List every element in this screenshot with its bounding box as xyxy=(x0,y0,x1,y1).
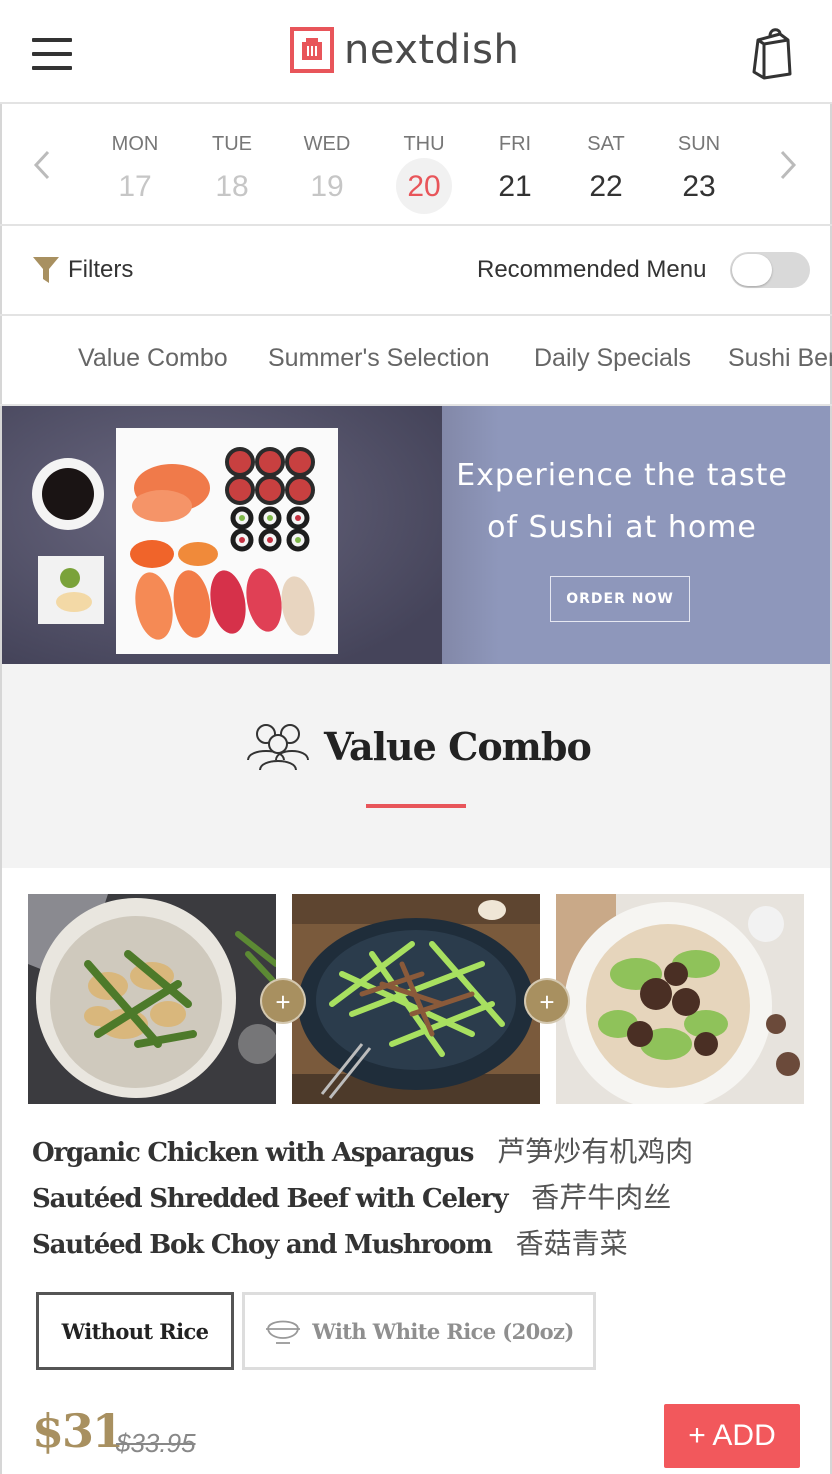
dish-image-bokchoy-mushroom[interactable] xyxy=(556,894,804,1104)
toggle-knob xyxy=(732,254,772,286)
dish-name-en: Sautéed Bok Choy and Mushroom xyxy=(32,1230,493,1260)
dish-name-en: Sautéed Shredded Beef with Celery xyxy=(32,1184,508,1214)
dish-image-beef-celery[interactable] xyxy=(292,894,540,1104)
banner-line-1: Experience the taste xyxy=(456,458,788,493)
day-number: 21 xyxy=(498,170,532,203)
section-header: Value Combo xyxy=(2,664,830,868)
day-name: TUE xyxy=(212,133,252,155)
section-underline xyxy=(366,804,466,808)
tab-summers-selection[interactable]: Summer's Selection xyxy=(268,344,490,373)
list-item: Organic Chicken with Asparagus 芦笋炒有机鸡肉 xyxy=(32,1130,693,1176)
filter-bar: Filters Recommended Menu xyxy=(0,226,832,316)
dish-name-cn: 芦笋炒有机鸡肉 xyxy=(497,1135,694,1168)
day-name: WED xyxy=(303,133,351,155)
day-number: 17 xyxy=(118,170,152,203)
dish-name-cn: 香菇青菜 xyxy=(515,1227,628,1260)
filters-button[interactable]: Filters xyxy=(32,252,133,288)
hamburger-menu-icon[interactable] xyxy=(32,38,72,70)
dish-name-cn: 香芹牛肉丝 xyxy=(531,1181,672,1214)
day-name: SUN xyxy=(677,133,721,155)
combo-dish-list: Organic Chicken with Asparagus 芦笋炒有机鸡肉 S… xyxy=(32,1130,693,1268)
banner-line-2: of Sushi at home xyxy=(487,510,757,545)
tab-sushi-bento[interactable]: Sushi Bento xyxy=(728,344,832,373)
app-header: nextdish xyxy=(0,0,832,104)
day-number: 18 xyxy=(215,170,249,203)
with-white-rice-option[interactable]: With White Rice (20oz) xyxy=(242,1292,596,1370)
current-price: $31 xyxy=(32,1404,124,1458)
promo-banner[interactable]: Experience the taste of Sushi at home OR… xyxy=(2,406,830,664)
day-name: MON xyxy=(111,133,159,155)
day-name: THU xyxy=(403,133,445,155)
date-mon[interactable]: MON 17 xyxy=(95,130,175,210)
chevron-left-icon[interactable] xyxy=(32,150,52,180)
shopping-bag-icon[interactable] xyxy=(750,26,794,82)
day-number: 19 xyxy=(310,170,344,203)
section-title: Value Combo xyxy=(324,723,592,769)
date-wed[interactable]: WED 19 xyxy=(287,130,367,210)
dish-name-en: Organic Chicken with Asparagus xyxy=(32,1138,474,1168)
day-number: 20 xyxy=(407,170,441,203)
brand-name: nextdish xyxy=(344,27,520,73)
section-title-group: Value Combo xyxy=(246,720,592,772)
brand-logo[interactable]: nextdish xyxy=(290,26,519,74)
list-item: Sautéed Bok Choy and Mushroom 香菇青菜 xyxy=(32,1222,693,1268)
with-white-rice-label: With White Rice (20oz) xyxy=(312,1318,574,1344)
date-sat[interactable]: SAT 22 xyxy=(566,130,646,210)
plus-icon: + xyxy=(260,978,306,1024)
date-selector: MON 17 TUE 18 WED 19 THU 20 FRI 21 SAT 2… xyxy=(0,104,832,226)
nextdish-logo-icon xyxy=(290,27,334,73)
funnel-icon xyxy=(33,257,59,283)
date-tue[interactable]: TUE 18 xyxy=(192,130,272,210)
plus-icon: + xyxy=(524,978,570,1024)
dish-image-chicken-asparagus[interactable] xyxy=(28,894,276,1104)
tab-daily-specials[interactable]: Daily Specials xyxy=(534,344,691,373)
day-number: 23 xyxy=(682,170,716,203)
day-name: SAT xyxy=(587,133,625,155)
banner-headline: Experience the taste of Sushi at home xyxy=(442,450,802,554)
date-thu-selected[interactable]: THU 20 xyxy=(384,130,464,214)
day-number: 22 xyxy=(589,170,623,203)
original-price: $33.95 xyxy=(116,1428,196,1458)
date-sun[interactable]: SUN 23 xyxy=(659,130,739,210)
people-group-icon xyxy=(247,724,309,771)
chevron-right-icon[interactable] xyxy=(778,150,798,180)
recommended-menu-toggle[interactable] xyxy=(730,252,810,288)
recommended-menu-label: Recommended Menu xyxy=(477,256,707,283)
sushi-platter-image xyxy=(2,406,442,664)
without-rice-option[interactable]: Without Rice xyxy=(36,1292,234,1370)
list-item: Sautéed Shredded Beef with Celery 香芹牛肉丝 xyxy=(32,1176,693,1222)
category-tabs: Value Combo Summer's Selection Daily Spe… xyxy=(0,316,832,406)
day-name: FRI xyxy=(498,133,532,155)
tab-value-combo[interactable]: Value Combo xyxy=(78,344,228,373)
date-fri[interactable]: FRI 21 xyxy=(475,130,555,210)
order-now-button[interactable]: ORDER NOW xyxy=(550,576,690,622)
filters-label: Filters xyxy=(68,256,134,283)
rice-bowl-icon xyxy=(266,1320,301,1344)
without-rice-label: Without Rice xyxy=(61,1318,209,1344)
add-to-cart-button[interactable]: + ADD xyxy=(664,1404,800,1468)
